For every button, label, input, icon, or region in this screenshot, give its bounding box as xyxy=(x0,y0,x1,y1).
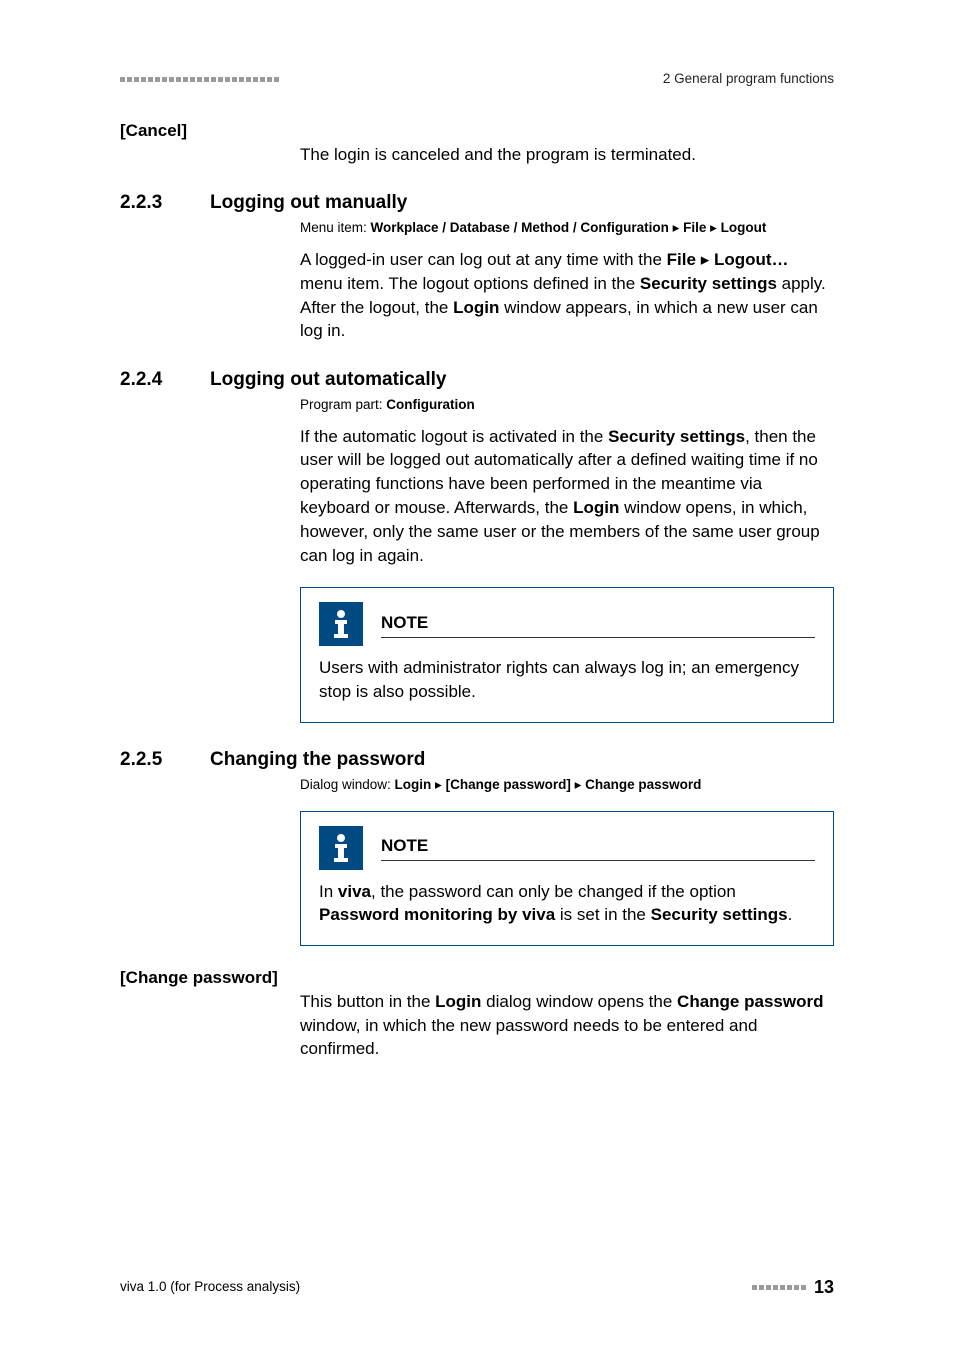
meta-path: Workplace / Database / Method / Configur… xyxy=(371,220,669,235)
section-224-body: If the automatic logout is activated in … xyxy=(300,425,834,568)
meta-logout: Logout xyxy=(721,220,767,235)
section-225-num: 2.2.5 xyxy=(120,747,210,774)
note-body: Users with administrator rights can alwa… xyxy=(319,656,815,704)
meta-prefix: Program part: xyxy=(300,397,386,412)
cancel-text: The login is canceled and the program is… xyxy=(300,143,834,167)
section-223-body: A logged-in user can log out at any time… xyxy=(300,248,834,343)
meta-sep: ▸ xyxy=(431,777,445,792)
note-head: NOTE xyxy=(319,826,815,870)
text: , the password can only be changed if th… xyxy=(371,882,736,901)
cancel-heading: [Cancel] xyxy=(120,119,834,143)
note-body: In viva, the password can only be change… xyxy=(319,880,815,928)
info-icon xyxy=(319,826,363,870)
note-head: NOTE xyxy=(319,602,815,646)
section-223-meta: Menu item: Workplace / Database / Method… xyxy=(300,219,834,238)
section-225-meta: Dialog window: Login ▸ [Change password]… xyxy=(300,776,834,795)
note-box-225: NOTE In viva, the password can only be c… xyxy=(300,811,834,947)
meta-sep: ▸ xyxy=(669,220,683,235)
text: window, in which the new password needs … xyxy=(300,1016,757,1059)
text: is set in the xyxy=(555,905,650,924)
security-settings-label: Security settings xyxy=(608,427,745,446)
login-label: Login xyxy=(573,498,619,517)
security-settings-label: Security settings xyxy=(640,274,777,293)
change-password-label: Change password xyxy=(677,992,823,1011)
meta-prefix: Dialog window: xyxy=(300,777,395,792)
info-icon xyxy=(319,602,363,646)
footer-left: viva 1.0 (for Process analysis) xyxy=(120,1278,300,1297)
section-224-meta: Program part: Configuration xyxy=(300,396,834,415)
note-title: NOTE xyxy=(381,834,815,861)
login-label: Login xyxy=(435,992,481,1011)
login-label: Login xyxy=(453,298,499,317)
security-settings-label: Security settings xyxy=(651,905,788,924)
meta-prefix: Menu item: xyxy=(300,220,371,235)
note-title: NOTE xyxy=(381,611,815,638)
page: 2 General program functions [Cancel] The… xyxy=(0,0,954,1350)
logout-label: Logout… xyxy=(714,250,789,269)
meta-login: Login xyxy=(395,777,432,792)
page-footer: viva 1.0 (for Process analysis) 13 xyxy=(120,1275,834,1300)
section-225-title: Changing the password xyxy=(210,747,425,774)
text: In xyxy=(319,882,338,901)
note-rule xyxy=(381,637,815,638)
page-header: 2 General program functions xyxy=(120,70,834,89)
section-224-num: 2.2.4 xyxy=(120,367,210,394)
chapter-label: 2 General program functions xyxy=(663,70,834,89)
note-rule xyxy=(381,860,815,861)
meta-change-password: Change password xyxy=(585,777,701,792)
text: menu item. The logout options defined in… xyxy=(300,274,640,293)
section-223-row: 2.2.3 Logging out manually xyxy=(120,190,834,217)
section-223-title: Logging out manually xyxy=(210,190,407,217)
text: If the automatic logout is activated in … xyxy=(300,427,608,446)
file-label: File xyxy=(667,250,696,269)
change-password-body: This button in the Login dialog window o… xyxy=(300,990,834,1061)
text: This button in the xyxy=(300,992,435,1011)
page-number: 13 xyxy=(814,1275,834,1300)
footer-ticks xyxy=(752,1285,806,1290)
sep: ▸ xyxy=(696,250,714,269)
change-password-heading: [Change password] xyxy=(120,966,834,990)
meta-change-password-btn: [Change password] xyxy=(446,777,571,792)
section-224-row: 2.2.4 Logging out automatically xyxy=(120,367,834,394)
note-title-wrap: NOTE xyxy=(381,834,815,862)
text: . xyxy=(788,905,793,924)
meta-configuration: Configuration xyxy=(386,397,474,412)
meta-file: File xyxy=(683,220,706,235)
footer-right: 13 xyxy=(752,1275,834,1300)
header-ticks-left xyxy=(120,77,279,82)
meta-sep: ▸ xyxy=(706,220,720,235)
section-223-num: 2.2.3 xyxy=(120,190,210,217)
text: dialog window opens the xyxy=(481,992,677,1011)
password-monitoring-label: Password monitoring by viva xyxy=(319,905,555,924)
note-box-224: NOTE Users with administrator rights can… xyxy=(300,587,834,723)
meta-sep: ▸ xyxy=(571,777,585,792)
viva-label: viva xyxy=(338,882,371,901)
section-225-row: 2.2.5 Changing the password xyxy=(120,747,834,774)
text: A logged-in user can log out at any time… xyxy=(300,250,667,269)
section-224-title: Logging out automatically xyxy=(210,367,446,394)
note-title-wrap: NOTE xyxy=(381,611,815,639)
